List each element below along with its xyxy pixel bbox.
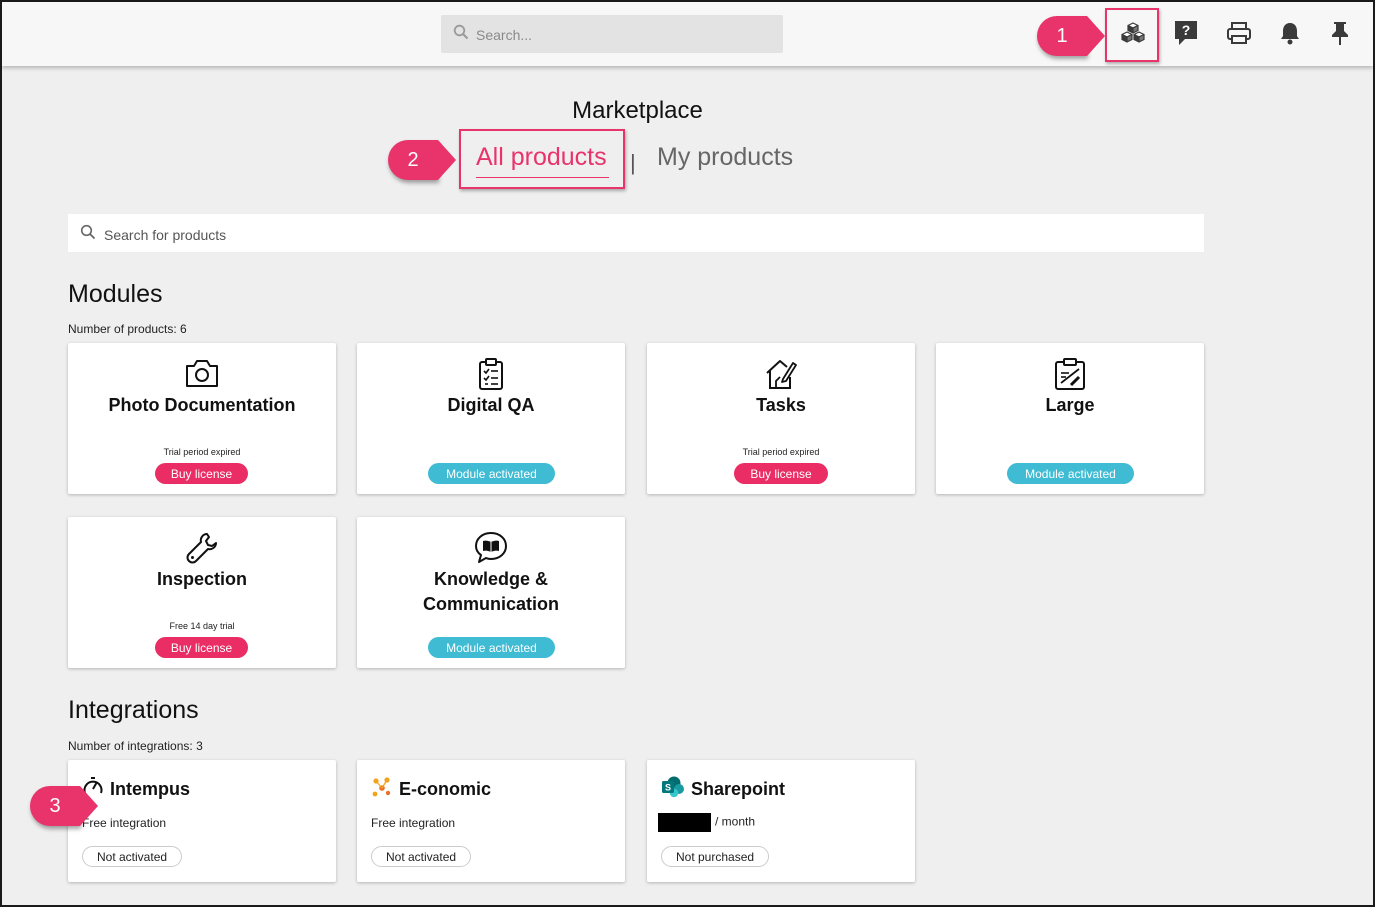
module-title: Tasks [756,395,806,415]
callout-2-marker: 2 [388,140,456,180]
help-icon[interactable]: ? [1171,18,1201,48]
house-pencil-icon [647,357,915,391]
modules-count: Number of products: 6 [68,322,187,336]
module-card-inspection[interactable]: Inspection Free 14 day trial Buy license [68,517,336,668]
global-search-input[interactable]: Search... [441,15,783,53]
integration-price-row: / month [658,813,755,832]
module-title: Large [1045,395,1095,415]
integration-title: E-conomic [399,779,492,799]
integration-title: Sharepoint [691,779,786,799]
buy-license-button[interactable]: Buy license [155,463,248,484]
module-note: Trial period expired [742,447,820,457]
top-bar: Search... ? [2,2,1373,66]
svg-text:?: ? [1182,22,1191,38]
integration-status: Not activated [82,846,183,867]
buy-license-button[interactable]: Buy license [734,463,828,484]
highlight-box-all-products [459,129,625,189]
module-note: Trial period expired [163,447,241,457]
product-search-placeholder: Search for products [104,227,227,243]
module-card-photo-documentation[interactable]: Photo Documentation Trial period expired… [68,343,336,494]
integration-header: S Sharepoint [661,776,785,803]
print-icon[interactable] [1224,18,1254,48]
module-title: Digital QA [447,395,535,415]
buy-license-button[interactable]: Buy license [155,637,248,658]
module-activated-badge: Module activated [1007,463,1134,484]
callout-3-marker: 3 [30,786,98,826]
integration-price: Free integration [371,816,456,830]
integration-status: Not purchased [661,846,770,867]
speech-book-icon [357,531,625,565]
integration-header: E-conomic [371,776,491,803]
module-card-large[interactable]: Large Module activated [936,343,1204,494]
integration-title: Intempus [110,779,191,799]
integrations-heading: Integrations [68,696,199,724]
module-activated-badge: Module activated [428,463,555,484]
integration-card-intempus[interactable]: Intempus Free integration Not activated [68,760,336,882]
module-card-knowledge-communication[interactable]: Knowledge & Communication Module activat… [357,517,625,668]
module-activated-badge: Module activated [428,637,555,658]
integration-status: Not activated [371,846,472,867]
module-card-digital-qa[interactable]: Digital QA Module activated [357,343,625,494]
module-note: Free 14 day trial [169,621,235,631]
sharepoint-logo-icon: S [661,776,685,803]
app-window: Search... ? 1 Marketplace All products |… [0,0,1375,907]
module-title: Knowledge & Communication [422,569,559,614]
wrench-icon [68,531,336,565]
svg-text:S: S [665,783,671,793]
integration-card-e-conomic[interactable]: E-conomic Free integration Not activated [357,760,625,882]
tab-separator: | [630,150,636,175]
callout-1-marker: 1 [1037,16,1105,56]
callout-1: 1 [1037,16,1105,56]
notifications-bell-icon[interactable] [1275,18,1305,48]
integration-header: Intempus [82,776,190,803]
module-title: Inspection [156,569,247,589]
global-search-placeholder: Search... [476,27,533,43]
redacted-price [658,813,711,832]
clipboard-checklist-icon [357,357,625,391]
module-card-tasks[interactable]: Tasks Trial period expired Buy license [647,343,915,494]
search-icon [453,24,469,45]
product-search-input[interactable]: Search for products [68,214,1204,252]
clipboard-blueprint-icon [936,357,1204,391]
integration-card-sharepoint[interactable]: S Sharepoint / month Not purchased [647,760,915,882]
callout-3: 3 [30,786,98,826]
callout-2: 2 [388,140,456,180]
tab-my-products[interactable]: My products [657,143,793,172]
search-icon [80,224,96,245]
integrations-count: Number of integrations: 3 [68,739,203,753]
page-title: Marketplace [572,97,703,124]
module-title: Photo Documentation [108,395,296,415]
camera-icon [68,357,336,391]
highlight-box-marketplace [1105,8,1159,62]
e-conomic-logo-icon [371,776,393,803]
modules-heading: Modules [68,280,163,308]
pin-icon[interactable] [1325,18,1355,48]
integration-price: / month [715,814,756,829]
